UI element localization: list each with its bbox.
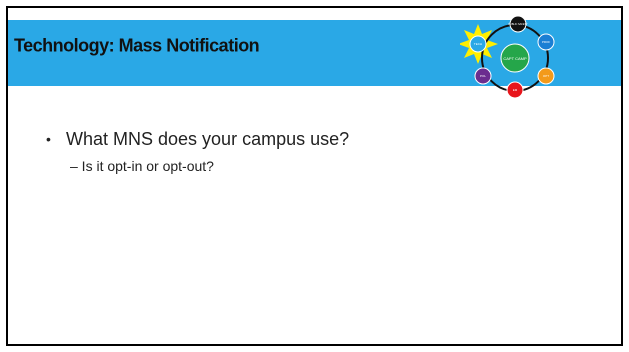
center-node-label: CAPT CAMP [503,56,527,61]
logo-node-label: TECH [474,42,482,46]
logo-node-label: PROF [542,40,551,44]
program-logo: CAPT CAMP PUBLIC SAFETY PROF OPT EM POL … [460,15,555,98]
slide-title: Technology: Mass Notification [14,35,260,56]
bullet-item: • What MNS does your campus use? [46,128,611,150]
logo-node-label: EM [513,88,518,92]
slide: Technology: Mass Notification CAPT CAMP … [6,6,623,346]
sub-bullet-text: – Is it opt-in or opt-out? [70,158,214,174]
logo-node-label: OPT [543,74,549,78]
logo-node-label: PUBLIC SAFETY [508,23,528,26]
bullet-dot-icon: • [46,131,51,147]
bullet-text: What MNS does your campus use? [66,129,350,149]
logo-node-label: POL [480,74,486,78]
bullet-list: • What MNS does your campus use? – Is it… [46,128,611,176]
